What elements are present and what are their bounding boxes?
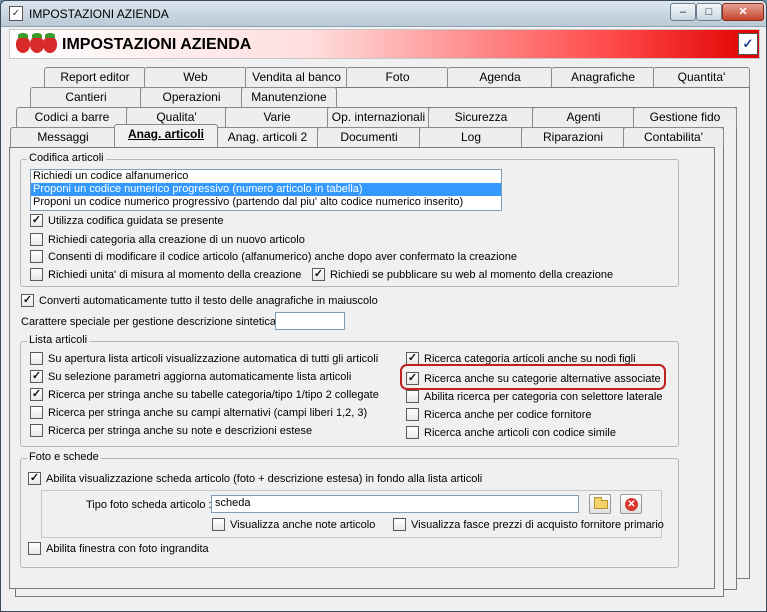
app-checklist-icon: ✓ xyxy=(9,6,23,21)
strawberry-icon xyxy=(30,33,44,53)
tab-manutenzione[interactable]: Manutenzione xyxy=(241,87,337,107)
checkbox-icon[interactable] xyxy=(406,426,419,439)
tab-gestione-fido[interactable]: Gestione fido xyxy=(633,107,737,127)
codifica-option-progressivo-massimo[interactable]: Proponi un codice numerico progressivo (… xyxy=(31,196,501,209)
codifica-option-progressivo-tabella[interactable]: Proponi un codice numerico progressivo (… xyxy=(31,183,501,196)
tab-contabilita[interactable]: Contabilita' xyxy=(623,127,724,147)
title-bar[interactable]: ✓ IMPOSTAZIONI AZIENDA – □ ✕ xyxy=(1,1,766,27)
check-fasce-prezzi[interactable]: Visualizza fasce prezzi di acquisto forn… xyxy=(393,518,664,534)
tab-operazioni[interactable]: Operazioni xyxy=(140,87,243,107)
tab-varie[interactable]: Varie xyxy=(225,107,329,127)
checkbox-icon[interactable] xyxy=(30,352,43,365)
checkbox-icon[interactable] xyxy=(30,268,43,281)
tab-log[interactable]: Log xyxy=(419,127,523,147)
lista-articoli-legend: Lista articoli xyxy=(27,334,90,346)
check-ricerca-tabelle-collegate[interactable]: ✓ Ricerca per stringa anche su tabelle ca… xyxy=(30,388,379,404)
check-utilizza-codifica-guidata[interactable]: ✓ Utilizza codifica guidata se presente xyxy=(30,214,223,230)
checkbox-icon[interactable] xyxy=(30,250,43,263)
tab-messaggi[interactable]: Messaggi xyxy=(10,127,116,147)
checkbox-icon[interactable]: ✓ xyxy=(406,372,419,385)
minimize-button[interactable]: – xyxy=(670,3,696,21)
codifica-option-alfanumerico[interactable]: Richiedi un codice alfanumerico xyxy=(31,170,501,183)
check-ricerca-campi-alternativi[interactable]: Ricerca per stringa anche su campi alter… xyxy=(30,406,367,422)
checkbox-icon[interactable]: ✓ xyxy=(30,214,43,227)
check-codice-simile[interactable]: Ricerca anche articoli con codice simile xyxy=(406,426,616,442)
checkbox-icon[interactable] xyxy=(30,406,43,419)
tab-report-editor[interactable]: Report editor xyxy=(44,67,146,87)
window-title: IMPOSTAZIONI AZIENDA xyxy=(29,7,169,21)
checklist-icon[interactable]: ✓ xyxy=(738,33,758,55)
checkbox-icon[interactable]: ✓ xyxy=(30,370,43,383)
strawberry-icon xyxy=(43,33,57,53)
settings-window: ✓ IMPOSTAZIONI AZIENDA – □ ✕ IMPOSTAZION… xyxy=(0,0,767,612)
foto-schede-legend: Foto e schede xyxy=(27,451,101,463)
tab-cantieri[interactable]: Cantieri xyxy=(30,87,142,107)
special-char-input[interactable] xyxy=(275,312,345,330)
tab-agenda[interactable]: Agenda xyxy=(447,67,553,87)
tipo-foto-label: Tipo foto scheda articolo : xyxy=(86,499,212,511)
checkbox-icon[interactable]: ✓ xyxy=(30,388,43,401)
checkbox-icon[interactable]: ✓ xyxy=(28,472,41,485)
check-consenti-modifica-codice[interactable]: Consenti di modificare il codice articol… xyxy=(30,250,517,266)
tab-sicurezza[interactable]: Sicurezza xyxy=(428,107,534,127)
checkbox-icon[interactable]: ✓ xyxy=(312,268,325,281)
checkbox-icon[interactable] xyxy=(212,518,225,531)
codifica-articoli-legend: Codifica articoli xyxy=(27,152,106,164)
tab-agenti[interactable]: Agenti xyxy=(532,107,635,127)
header-banner: IMPOSTAZIONI AZIENDA ✓ xyxy=(9,29,760,59)
tab-anagrafiche[interactable]: Anagrafiche xyxy=(551,67,655,87)
banner-title: IMPOSTAZIONI AZIENDA xyxy=(62,36,252,53)
folder-icon xyxy=(594,497,608,509)
browse-folder-button[interactable] xyxy=(589,494,611,514)
tab-quantita[interactable]: Quantita' xyxy=(653,67,750,87)
strawberry-icon xyxy=(16,33,30,53)
codifica-listbox[interactable]: Richiedi un codice alfanumerico Proponi … xyxy=(30,169,502,211)
checkbox-icon[interactable] xyxy=(406,408,419,421)
check-ricerca-categorie-alternative[interactable]: ✓ Ricerca anche su categorie alternative … xyxy=(406,372,661,388)
check-richiedi-pubblicare-web[interactable]: ✓ Richiedi se pubblicare su web al moment… xyxy=(312,268,613,284)
clear-button[interactable]: ✕ xyxy=(620,494,642,514)
check-abilita-scheda-articolo[interactable]: ✓ Abilita visualizzazione scheda articolo… xyxy=(28,472,482,488)
checkbox-icon[interactable] xyxy=(30,233,43,246)
checkbox-icon[interactable]: ✓ xyxy=(21,294,34,307)
tipo-foto-input[interactable]: scheda xyxy=(211,495,579,513)
tab-anag-articoli[interactable]: Anag. articoli xyxy=(114,124,218,147)
tab-anag-articoli-2[interactable]: Anag. articoli 2 xyxy=(216,127,319,147)
checkbox-icon[interactable] xyxy=(406,390,419,403)
check-converti-maiuscolo[interactable]: ✓ Converti automaticamente tutto il testo… xyxy=(21,294,378,310)
check-apertura-lista-automatica[interactable]: Su apertura lista articoli visualizzazio… xyxy=(30,352,378,368)
check-selettore-laterale[interactable]: Abilita ricerca per categoria con selett… xyxy=(406,390,662,406)
tab-foto[interactable]: Foto xyxy=(346,67,449,87)
delete-icon: ✕ xyxy=(625,498,638,511)
tab-vendita-al-banco[interactable]: Vendita al banco xyxy=(245,67,348,87)
check-codice-fornitore[interactable]: Ricerca anche per codice fornitore xyxy=(406,408,592,424)
close-button[interactable]: ✕ xyxy=(722,3,764,21)
check-visualizza-note[interactable]: Visualizza anche note articolo xyxy=(212,518,375,534)
checkbox-icon[interactable] xyxy=(28,542,41,555)
tab-riparazioni[interactable]: Riparazioni xyxy=(521,127,625,147)
checkbox-icon[interactable] xyxy=(393,518,406,531)
check-ricerca-note-descrizioni[interactable]: Ricerca per stringa anche su note e desc… xyxy=(30,424,312,440)
check-richiedi-categoria[interactable]: Richiedi categoria alla creazione di un … xyxy=(30,233,305,249)
checkbox-icon[interactable] xyxy=(30,424,43,437)
check-foto-ingrandita[interactable]: Abilita finestra con foto ingrandita xyxy=(28,542,209,558)
tab-documenti[interactable]: Documenti xyxy=(317,127,421,147)
maximize-button[interactable]: □ xyxy=(696,3,722,21)
tab-codici-a-barre[interactable]: Codici a barre xyxy=(16,107,128,127)
tab-web[interactable]: Web xyxy=(144,67,247,87)
check-aggiorna-lista-automaticamente[interactable]: ✓ Su selezione parametri aggiorna automat… xyxy=(30,370,351,386)
special-char-label: Carattere speciale per gestione descrizi… xyxy=(21,316,283,328)
check-richiedi-unita-misura[interactable]: Richiedi unita' di misura al momento del… xyxy=(30,268,301,284)
tab-op-internazionali[interactable]: Op. internazionali xyxy=(327,107,430,127)
